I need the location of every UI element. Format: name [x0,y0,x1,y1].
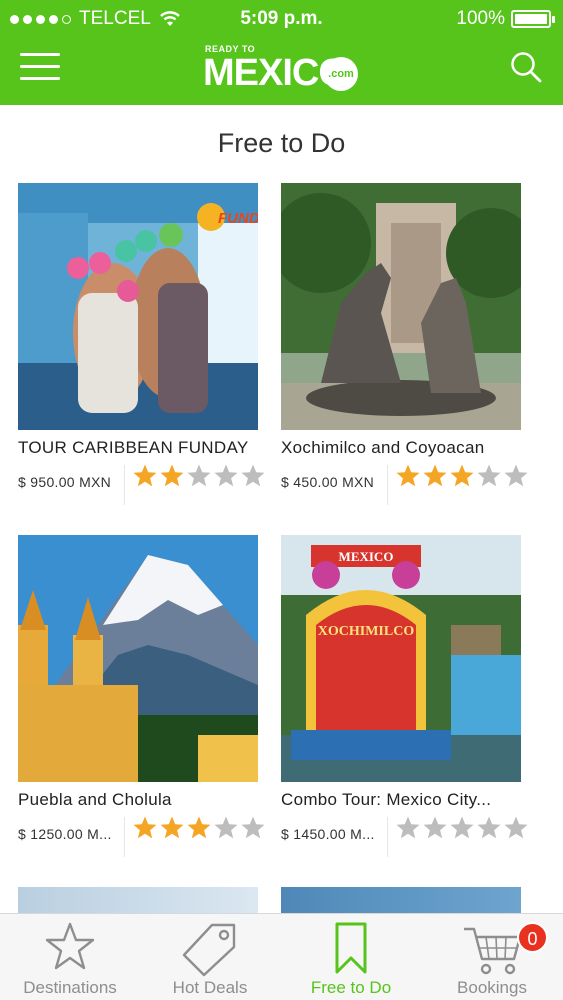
bookings-count-badge: 0 [517,922,548,953]
tour-card[interactable]: Xochimilco and Coyoacan $ 450.00 MXN [281,183,528,513]
tab-label: Bookings [457,978,527,997]
tour-price: $ 450.00 MXN [281,474,375,490]
tour-image[interactable] [18,535,258,782]
tab-hot-deals[interactable]: Hot Deals [140,914,280,1000]
tour-image[interactable] [281,183,521,430]
tour-price: $ 1450.00 M... [281,826,375,842]
tour-card[interactable]: Puebla and Cholula $ 1250.00 M... [18,535,265,865]
tour-name[interactable]: Xochimilco and Coyoacan [281,438,526,458]
tab-destinations[interactable]: Destinations [0,914,140,1000]
logo-com: .com [324,57,358,91]
tab-free-to-do[interactable]: Free to Do [281,914,421,1000]
tab-label: Destinations [23,978,117,997]
tab-bar: Destinations Hot Deals Free to Do Bookin… [0,913,563,1000]
bookmark-icon [335,922,367,974]
star-empty-icon [187,464,211,487]
tour-card[interactable]: MEXICO XOCHIMILCO Combo Tour: Mexico Cit… [281,535,528,865]
star-rating [132,463,266,489]
cart-icon [464,927,522,975]
star-empty-icon [396,816,420,839]
app-logo[interactable]: READY TO MEXICO .com [203,44,363,94]
mexico-sign: MEXICO [339,549,394,564]
battery-percent: 100% [456,8,505,29]
divider [387,465,388,505]
tour-name[interactable]: Puebla and Cholula [18,790,263,810]
tab-label: Free to Do [310,978,392,997]
tour-name[interactable]: Combo Tour: Mexico City... [281,790,526,810]
search-icon[interactable] [509,50,543,84]
star-empty-icon [504,464,528,487]
star-empty-icon [450,816,474,839]
tour-price: $ 1250.00 M... [18,826,112,842]
star-filled-icon [450,464,474,487]
tab-label: Hot Deals [172,978,248,997]
divider [124,465,125,505]
star-outline-icon [45,922,95,970]
star-filled-icon [133,464,157,487]
star-empty-icon [241,816,265,839]
star-empty-icon [477,464,501,487]
divider [124,817,125,857]
page-title: Free to Do [217,128,346,158]
tour-price: $ 950.00 MXN [18,474,112,490]
tour-card[interactable]: FUNDAY TOUR CARIBBEAN FUNDAY $ 950.00 MX… [18,183,265,513]
star-empty-icon [241,464,265,487]
star-empty-icon [214,816,238,839]
star-filled-icon [187,816,211,839]
star-empty-icon [477,816,501,839]
status-bar: TELCEL 5:09 p.m. 100% [0,0,563,36]
star-rating [132,815,266,841]
star-filled-icon [160,464,184,487]
star-empty-icon [504,816,528,839]
tag-icon [182,923,236,977]
xochimilco-sign: XOCHIMILCO [318,624,415,639]
star-empty-icon [214,464,238,487]
battery-group: 100% [456,8,555,30]
nav-bar: READY TO MEXICO .com [0,36,563,105]
battery-icon [511,10,555,28]
star-rating [395,463,529,489]
star-filled-icon [423,464,447,487]
hamburger-icon[interactable] [20,53,60,81]
tour-image[interactable]: MEXICO XOCHIMILCO [281,535,521,782]
star-empty-icon [423,816,447,839]
funday-sign: FUNDAY [218,210,258,227]
tour-image[interactable]: FUNDAY [18,183,258,430]
star-filled-icon [160,816,184,839]
star-filled-icon [396,464,420,487]
star-rating [395,815,529,841]
divider [387,817,388,857]
tour-name[interactable]: TOUR CARIBBEAN FUNDAY [18,438,263,458]
top-bar: TELCEL 5:09 p.m. 100% READY TO MEXICO .c… [0,0,563,105]
star-filled-icon [133,816,157,839]
